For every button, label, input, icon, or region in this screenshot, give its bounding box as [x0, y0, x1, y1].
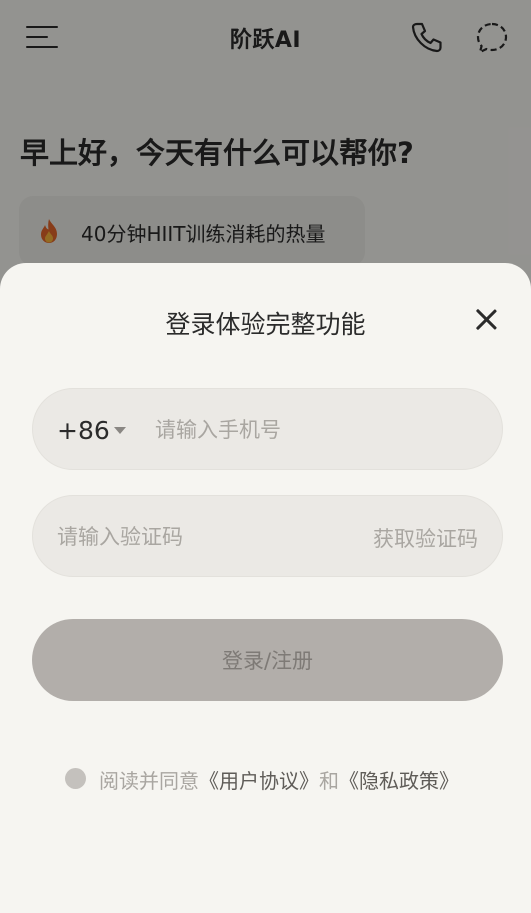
login-sheet: 登录体验完整功能 +86 获取验证码 登录/注册 阅读并同意《用户协议》和《隐私… [0, 263, 531, 913]
caret-down-icon[interactable] [114, 427, 126, 434]
agreement-checkbox[interactable] [65, 768, 86, 789]
agreement-and: 和 [319, 769, 339, 793]
user-agreement-link[interactable]: 《用户协议》 [199, 769, 319, 793]
agreement-text: 阅读并同意《用户协议》和《隐私政策》 [99, 765, 459, 794]
country-code-selector[interactable]: +86 [57, 416, 110, 445]
privacy-policy-link[interactable]: 《隐私政策》 [339, 769, 459, 793]
agreement-prefix: 阅读并同意 [99, 769, 199, 793]
login-title: 登录体验完整功能 [165, 310, 366, 339]
close-icon[interactable] [472, 305, 500, 333]
phone-input[interactable] [155, 411, 475, 449]
verification-code-field: 获取验证码 [32, 495, 503, 577]
login-register-button[interactable]: 登录/注册 [32, 619, 503, 701]
get-code-button[interactable]: 获取验证码 [373, 523, 478, 553]
phone-field: +86 [32, 388, 503, 470]
verification-code-input[interactable] [57, 518, 347, 556]
